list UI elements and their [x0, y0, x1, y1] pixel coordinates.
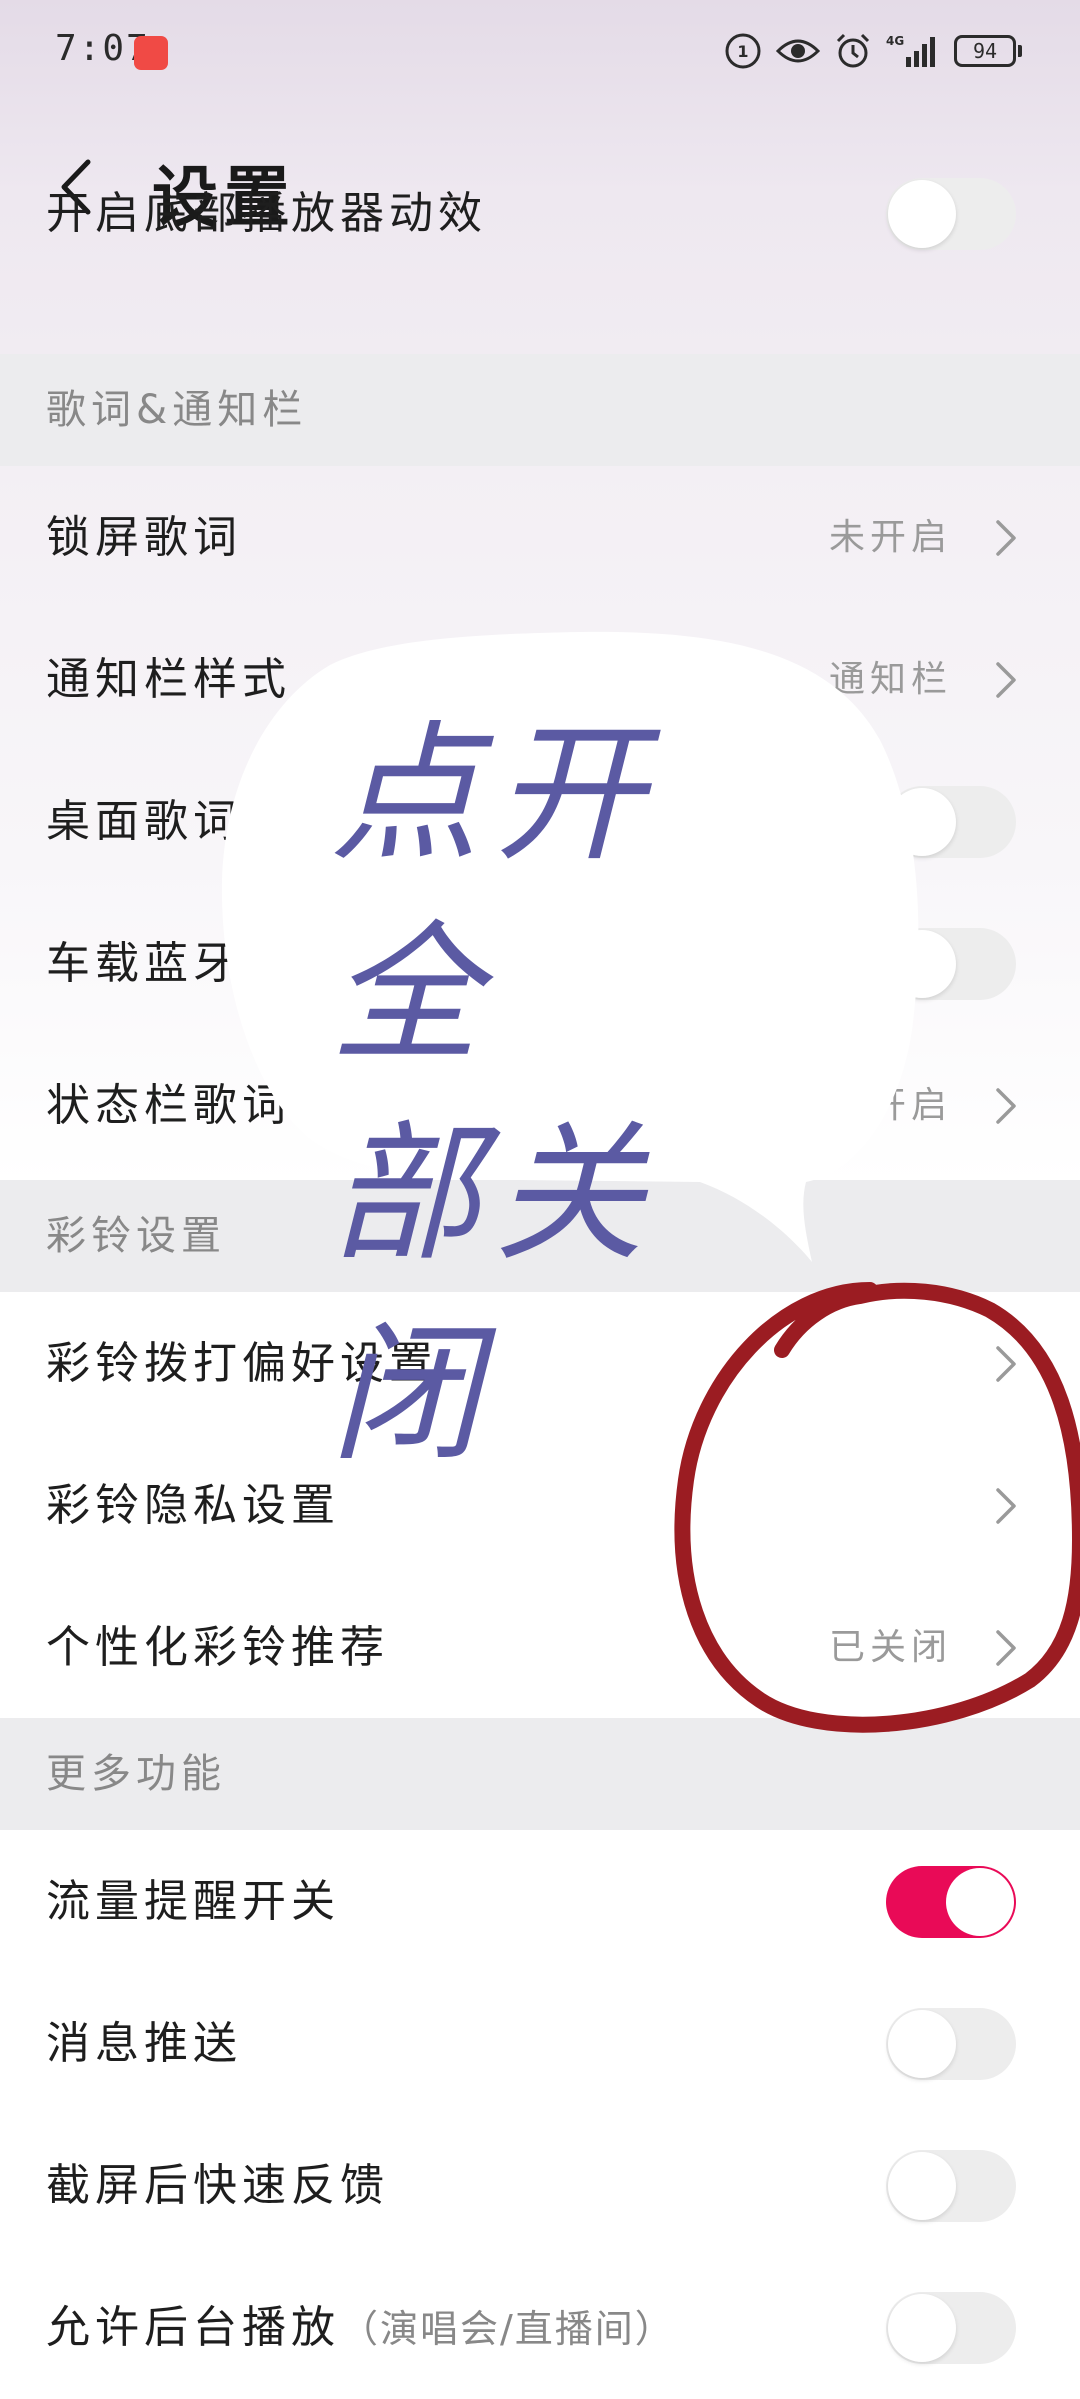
setting-value: 已关闭: [828, 1627, 952, 1668]
setting-label: 锁屏歌词: [46, 512, 242, 563]
setting-label: 彩铃隐私设置: [46, 1480, 340, 1531]
alarm-icon: [836, 33, 870, 68]
setting-row-personalized-ringtone[interactable]: 个性化彩铃推荐 已关闭: [0, 1578, 1080, 1718]
setting-label: 截屏后快速反馈: [46, 2160, 389, 2211]
setting-label: 通知栏样式: [46, 654, 291, 705]
car-bluetooth-toggle[interactable]: [886, 928, 1016, 1000]
setting-row-data-reminder[interactable]: 流量提醒开关: [0, 1832, 1080, 1972]
bottom-player-anim-toggle[interactable]: [886, 178, 1016, 250]
setting-label: 消息推送: [46, 2018, 242, 2069]
chevron-right-icon: [996, 1488, 1016, 1524]
setting-row-bottom-player-anim[interactable]: 开启底部播放器动效: [0, 178, 1080, 356]
setting-value: 通知栏: [828, 659, 952, 700]
hd-call-icon: 1: [725, 33, 761, 69]
section-header-lyrics: 歌词&通知栏: [0, 354, 1080, 466]
setting-label-main: 允许后台播放: [46, 2302, 340, 2353]
setting-row-background-play[interactable]: 允许后台播放（演唱会/直播间）: [0, 2258, 1080, 2398]
setting-label-sub: （演唱会/直播间）: [340, 2307, 675, 2351]
chevron-right-icon: [996, 520, 1016, 556]
section-title: 歌词&通知栏: [46, 387, 308, 433]
setting-label: 开启底部播放器动效: [46, 188, 487, 239]
signal-icon: 4G: [886, 34, 935, 67]
setting-label: 允许后台播放（演唱会/直播间）: [46, 2258, 675, 2399]
network-type: 4G: [886, 34, 904, 48]
setting-label: 流量提醒开关: [46, 1876, 340, 1927]
setting-label: 车载蓝牙歌词: [46, 938, 340, 989]
status-bar: 7:07 1 4G 94: [0, 0, 1080, 110]
svg-text:1: 1: [737, 42, 748, 61]
chevron-right-icon: [996, 1630, 1016, 1666]
section-header-more: 更多功能: [0, 1718, 1080, 1830]
background-play-toggle[interactable]: [886, 2292, 1016, 2364]
screenshot-feedback-toggle[interactable]: [886, 2150, 1016, 2222]
annotation-line-2: 部关闭: [330, 1108, 659, 1482]
chevron-right-icon: [996, 1346, 1016, 1382]
status-icons: 1 4G 94: [724, 32, 1022, 70]
chevron-right-icon: [996, 1088, 1016, 1124]
section-title: 更多功能: [46, 1751, 226, 1797]
chevron-right-icon: [996, 662, 1016, 698]
desktop-lyrics-toggle[interactable]: [886, 786, 1016, 858]
missed-call-icon: [134, 36, 168, 70]
setting-row-screenshot-feedback[interactable]: 截屏后快速反馈: [0, 2116, 1080, 2256]
push-messages-toggle[interactable]: [886, 2008, 1016, 2080]
setting-label: 桌面歌词: [46, 796, 242, 847]
section-title: 彩铃设置: [46, 1213, 226, 1259]
setting-value: 未开启: [828, 517, 952, 558]
data-reminder-toggle[interactable]: [886, 1866, 1016, 1938]
setting-row-push-messages[interactable]: 消息推送: [0, 1974, 1080, 2114]
battery-level: 94: [954, 35, 1016, 67]
annotation-text: 点开全 部关闭: [330, 695, 800, 1495]
setting-row-lockscreen-lyrics[interactable]: 锁屏歌词 未开启: [0, 468, 1080, 608]
battery-indicator: 94: [954, 35, 1022, 67]
setting-label: 个性化彩铃推荐: [46, 1622, 389, 1673]
eye-icon: [776, 39, 820, 63]
annotation-line-1: 点开全: [330, 708, 659, 1082]
setting-label: 状态栏歌词: [46, 1080, 291, 1131]
setting-value: 开启: [869, 1085, 952, 1126]
